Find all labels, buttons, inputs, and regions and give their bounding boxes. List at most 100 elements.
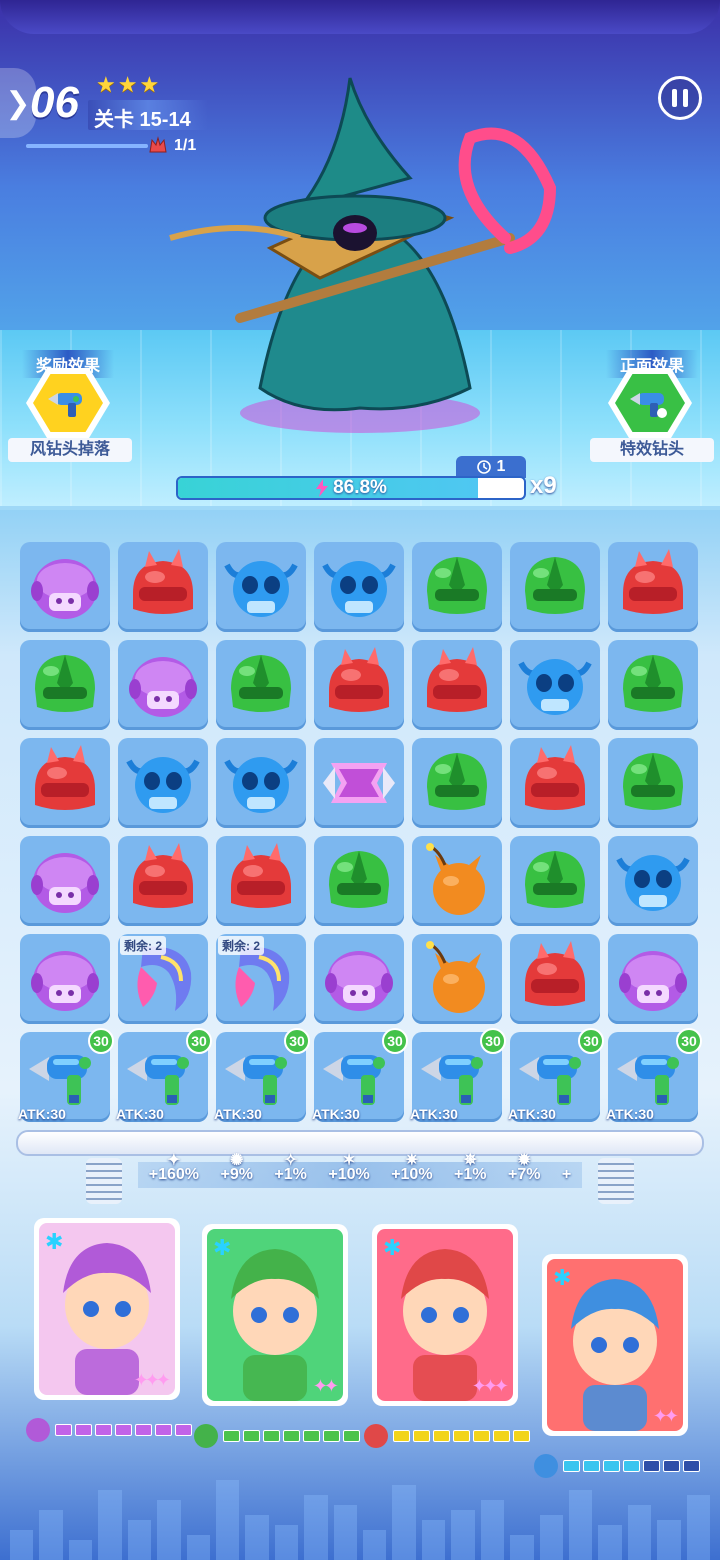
drill-weapon-slot[interactable]: 30 ATK:30 [18, 1028, 114, 1122]
hero-portrait: ✱ ✦✦✦ [39, 1223, 175, 1395]
gem-boomerang[interactable]: 剩余: 2 [118, 934, 208, 1024]
gem-green[interactable] [510, 836, 600, 926]
gem-blue[interactable] [216, 738, 306, 828]
gem-crystal[interactable] [314, 738, 404, 828]
hero-blue-knight[interactable]: ✱ ✦✦ [202, 1224, 348, 1406]
board-row: 剩余: 2 剩余: 2 [20, 934, 700, 1024]
positive-effect-caption: 特效钻头 [590, 438, 714, 462]
buff-value: ✧ +1% [274, 1152, 307, 1183]
board-row [20, 640, 700, 730]
buff-value: ✺ +9% [220, 1152, 253, 1183]
hero-headphone-girl[interactable]: ✱ ✦✦✦ [34, 1218, 180, 1400]
hero-robot-rabbit[interactable]: ✱ ✦✦✦ [372, 1224, 518, 1406]
gem-bomb[interactable] [412, 836, 502, 926]
gem-green[interactable] [412, 542, 502, 632]
equalizer-bar [157, 1500, 181, 1560]
gem-purple[interactable] [20, 934, 110, 1024]
buff-value: ✵ +1% [454, 1152, 487, 1183]
energy-pip [413, 1430, 430, 1442]
hero-portrait: ✱ ✦✦ [207, 1229, 343, 1401]
gem-green[interactable] [20, 640, 110, 730]
gem-green[interactable] [608, 738, 698, 828]
equalizer-bar [10, 1530, 34, 1560]
buff-icon: ✹ [517, 1152, 531, 1169]
drill-weapon-slot[interactable]: 30 ATK:30 [214, 1028, 310, 1122]
remain-count: 剩余: 2 [218, 936, 265, 955]
drill-weapon-slot[interactable]: 30 ATK:30 [606, 1028, 702, 1122]
kill-progress-bar [26, 144, 148, 148]
gem-green[interactable] [314, 836, 404, 926]
gem-blue[interactable] [314, 542, 404, 632]
gem-boomerang[interactable]: 剩余: 2 [216, 934, 306, 1024]
hero-rank: ✦✦✦ [471, 1376, 509, 1396]
gem-blue[interactable] [510, 640, 600, 730]
equalizer-bar [333, 1505, 358, 1560]
gem-red[interactable] [118, 836, 208, 926]
weapon-level-badge: 30 [676, 1028, 702, 1054]
gem-purple[interactable] [314, 934, 404, 1024]
gem-bomb[interactable] [412, 934, 502, 1024]
equalizer-bar [98, 1490, 122, 1560]
equalizer-bar [68, 1540, 93, 1560]
weapon-atk-label: ATK:30 [606, 1106, 654, 1122]
timer-badge: 1 [456, 456, 526, 478]
gem-red[interactable] [118, 542, 208, 632]
drill-gun-icon [48, 393, 82, 417]
gem-red[interactable] [314, 640, 404, 730]
gem-green[interactable] [216, 640, 306, 730]
energy-pip [303, 1430, 320, 1442]
top-frame [0, 0, 720, 34]
gem-purple[interactable] [20, 542, 110, 632]
weapon-atk-label: ATK:30 [312, 1106, 360, 1122]
weapon-level-badge: 30 [578, 1028, 604, 1054]
energy-pip [393, 1430, 410, 1442]
gem-blue[interactable] [118, 738, 208, 828]
weapon-level-badge: 30 [88, 1028, 114, 1054]
drill-weapon-slot[interactable]: 30 ATK:30 [410, 1028, 506, 1122]
hero-rank: ✦✦ [652, 1406, 679, 1426]
hero-skill-icon: ✱ [213, 1235, 232, 1260]
pause-button[interactable] [658, 76, 702, 120]
gem-green[interactable] [608, 640, 698, 730]
drill-weapon-slot[interactable]: 30 ATK:30 [116, 1028, 212, 1122]
equalizer-bar [510, 1535, 534, 1560]
equalizer-bar [421, 1520, 446, 1560]
hero-skull-warrior[interactable]: ✱ ✦✦ [542, 1254, 688, 1436]
equalizer-bar [569, 1490, 593, 1560]
drill-weapon-slot[interactable]: 30 ATK:30 [508, 1028, 604, 1122]
timer-value: 1 [496, 458, 506, 475]
gem-red[interactable] [412, 640, 502, 730]
equalizer-bar [215, 1480, 240, 1560]
hero-skill-icon: ✱ [553, 1265, 572, 1290]
hero-portrait: ✱ ✦✦ [547, 1259, 683, 1431]
equalizer-bar [627, 1505, 652, 1560]
kill-progress-fill [26, 144, 148, 148]
energy-pip [433, 1430, 450, 1442]
gem-red[interactable] [20, 738, 110, 828]
buff-value: ✶ +10% [328, 1152, 370, 1183]
energy-pip [493, 1430, 510, 1442]
combo-multiplier: x9 [530, 472, 557, 499]
gem-green[interactable] [412, 738, 502, 828]
energy-pip [55, 1424, 72, 1436]
gem-green[interactable] [510, 542, 600, 632]
gem-red[interactable] [608, 542, 698, 632]
gem-purple[interactable] [20, 836, 110, 926]
buff-value: ✦ +160% [148, 1152, 199, 1183]
weapon-atk-label: ATK:30 [508, 1106, 556, 1122]
equalizer-bar [274, 1525, 299, 1560]
weapon-level-badge: 30 [382, 1028, 408, 1054]
gem-blue[interactable] [216, 542, 306, 632]
drill-weapon-slot[interactable]: 30 ATK:30 [312, 1028, 408, 1122]
gem-red[interactable] [216, 836, 306, 926]
equalizer-bar [539, 1515, 564, 1560]
gem-red[interactable] [510, 934, 600, 1024]
energy-pip [135, 1424, 152, 1436]
gem-purple[interactable] [118, 640, 208, 730]
energy-pip [95, 1424, 112, 1436]
gem-blue[interactable] [608, 836, 698, 926]
buff-value: ✹ +7% [507, 1152, 541, 1183]
weapon-atk-label: ATK:30 [18, 1106, 66, 1122]
gem-red[interactable] [510, 738, 600, 828]
gem-purple[interactable] [608, 934, 698, 1024]
